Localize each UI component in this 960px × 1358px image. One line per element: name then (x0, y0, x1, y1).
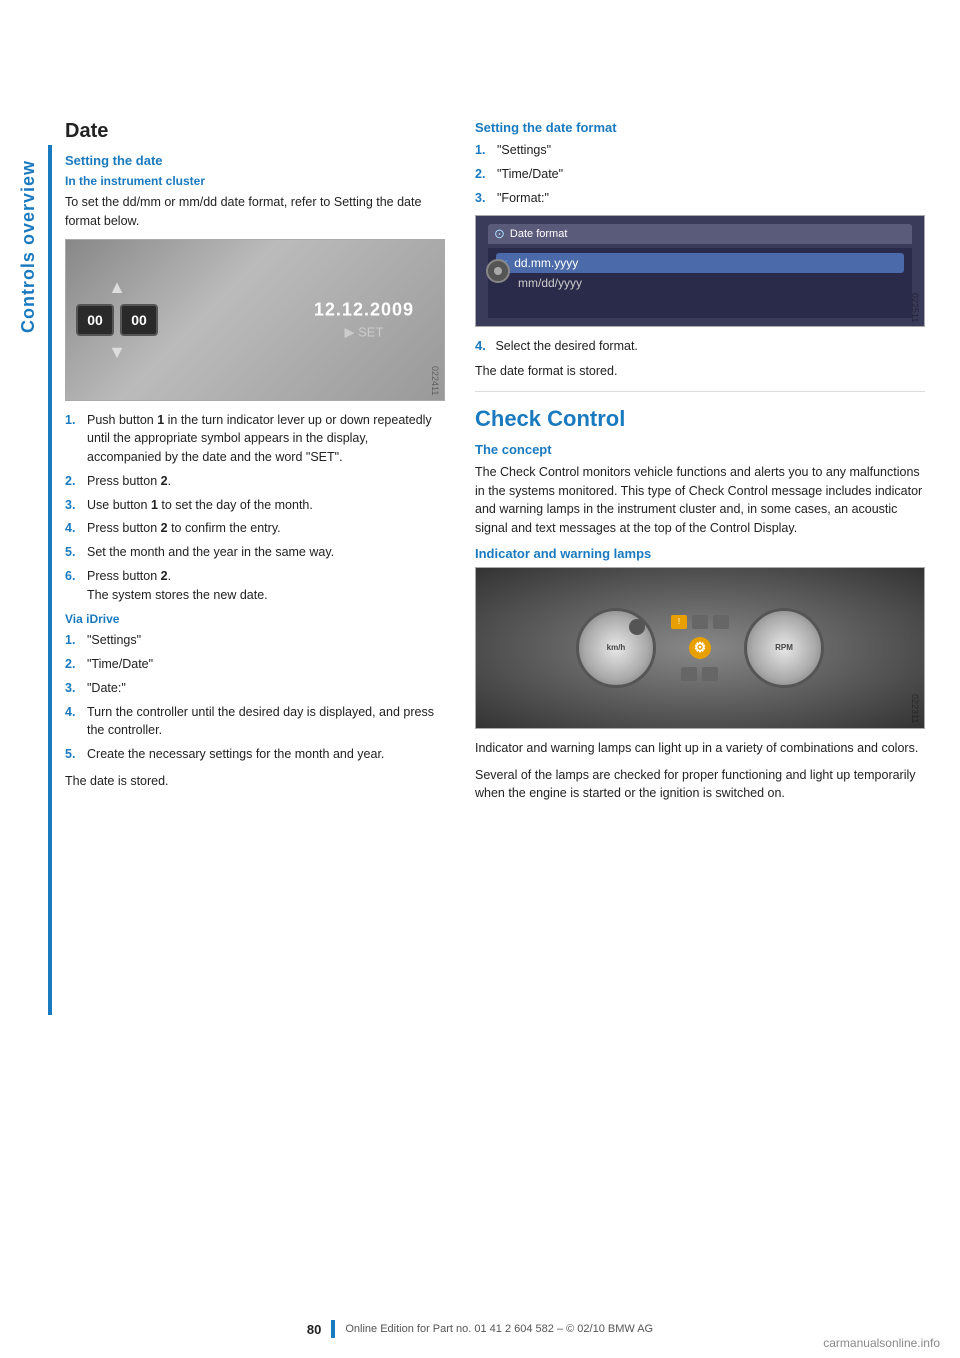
format-step-3: 3. "Format:" (475, 189, 925, 208)
idrive-step-3: 3. "Date:" (65, 679, 445, 698)
instrument-display: ▲ 00 00 ▼ 12.12.2009 ▶ SET (66, 240, 444, 400)
format-steps-list: 1. "Settings" 2. "Time/Date" 3. "Format:… (475, 141, 925, 207)
image-watermark-cluster: 022311 (910, 694, 920, 723)
date-value-display: 12.12.2009 (314, 299, 414, 320)
image-watermark-left: 022411 (430, 366, 440, 395)
instrument-cluster-text: To set the dd/mm or mm/dd date format, r… (65, 193, 445, 231)
the-concept-text: The Check Control monitors vehicle funct… (475, 463, 925, 538)
step-2: 2. Press button 2. (65, 472, 445, 491)
left-gauge: km/h (576, 608, 656, 688)
idrive-step-4: 4. Turn the controller until the desired… (65, 703, 445, 741)
center-indicators: ! ⚙ (671, 615, 729, 681)
date-format-opt-2: mm/dd/yyyy (496, 273, 904, 293)
idrive-step-2: 2. "Time/Date" (65, 655, 445, 674)
page-number: 80 (307, 1322, 321, 1337)
via-idrive-list: 1. "Settings" 2. "Time/Date" 3. "Date:" … (65, 631, 445, 764)
idrive-step-5: 5. Create the necessary settings for the… (65, 745, 445, 764)
date-stored-text: The date is stored. (65, 772, 445, 791)
blue-bar (48, 145, 52, 1015)
footer-text: Online Edition for Part no. 01 41 2 604 … (345, 1323, 653, 1335)
instrument-cluster-image: ▲ 00 00 ▼ 12.12.2009 ▶ SET 022411 (65, 239, 445, 401)
cluster-inner: km/h ! ⚙ (510, 578, 891, 718)
right-gauge: RPM (744, 608, 824, 688)
setting-date-format-title: Setting the date format (475, 120, 925, 135)
step-4: 4. Press button 2 to confirm the entry. (65, 519, 445, 538)
setting-date-title: Setting the date (65, 153, 445, 168)
indicator-warning-title: Indicator and warning lamps (475, 546, 925, 561)
content-area: Date Setting the date In the instrument … (65, 120, 925, 811)
indicator-text-1: Indicator and warning lamps can light up… (475, 739, 925, 758)
left-column: Date Setting the date In the instrument … (65, 120, 445, 811)
format-step4-text: Select the desired format. (495, 339, 637, 353)
date-format-options: ✓ dd.mm.yyyy mm/dd/yyyy (488, 248, 912, 318)
footer: 80 Online Edition for Part no. 01 41 2 6… (0, 1320, 960, 1338)
format-step-2: 2. "Time/Date" (475, 165, 925, 184)
warning-icon: ⚙ (689, 637, 711, 659)
idrive-step-1: 1. "Settings" (65, 631, 445, 650)
date-format-opt-1: ✓ dd.mm.yyyy (496, 253, 904, 273)
image-watermark-format: 022511 (910, 293, 920, 322)
via-idrive-title: Via iDrive (65, 612, 445, 626)
page-container: Controls overview Date Setting the date … (0, 0, 960, 1358)
the-concept-title: The concept (475, 442, 925, 457)
date-format-image: ⊙ Date format ✓ dd.mm.yyyy mm/dd/yyyy (475, 215, 925, 327)
check-control-title: Check Control (475, 406, 925, 432)
instrument-cluster-subtitle: In the instrument cluster (65, 174, 445, 188)
indicator-text-2: Several of the lamps are checked for pro… (475, 766, 925, 804)
step-5: 5. Set the month and the year in the sam… (65, 543, 445, 562)
date-section-title: Date (65, 120, 445, 143)
footer-bar (331, 1320, 335, 1338)
date-format-label-1: dd.mm.yyyy (514, 256, 578, 270)
date-format-title-bar: ⊙ Date format (488, 224, 912, 244)
set-label-display: ▶ SET (314, 324, 414, 340)
separator-1 (475, 391, 925, 392)
format-step4-wrapper: 4. Select the desired format. (475, 337, 925, 356)
date-format-label-2: mm/dd/yyyy (518, 276, 582, 290)
date-format-window-title: Date format (510, 228, 567, 240)
format-stored-text: The date format is stored. (475, 362, 925, 381)
two-column-layout: Date Setting the date In the instrument … (65, 120, 925, 811)
watermark-logo: carmanualsonline.info (823, 1336, 940, 1350)
instrument-cluster-image-2: km/h ! ⚙ (475, 567, 925, 729)
right-column: Setting the date format 1. "Settings" 2.… (475, 120, 925, 811)
step-6: 6. Press button 2.The system stores the … (65, 567, 445, 605)
step-3: 3. Use button 1 to set the day of the mo… (65, 496, 445, 515)
date-format-display: ⊙ Date format ✓ dd.mm.yyyy mm/dd/yyyy (476, 216, 924, 326)
step-1: 1. Push button 1 in the turn indicator l… (65, 411, 445, 467)
cluster-display: km/h ! ⚙ (476, 568, 924, 728)
format-step-1: 1. "Settings" (475, 141, 925, 160)
sidebar-label: Controls overview (18, 160, 46, 333)
instrument-steps-list: 1. Push button 1 in the turn indicator l… (65, 411, 445, 605)
